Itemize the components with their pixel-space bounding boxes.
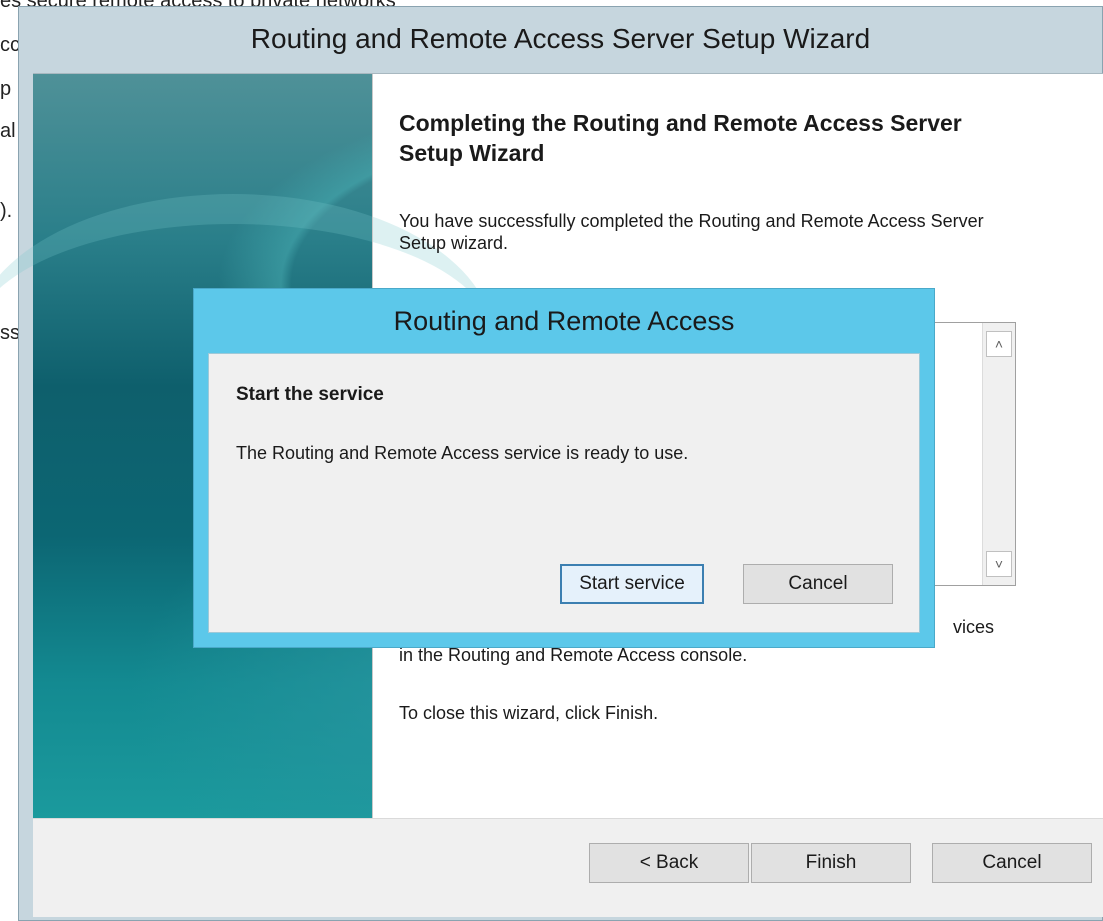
scroll-down-button[interactable]: ˅ <box>986 551 1012 577</box>
background-app-text-4: al <box>0 120 16 142</box>
background-app-text-2: cc <box>0 34 20 56</box>
wizard-title: Routing and Remote Access Server Setup W… <box>250 23 871 54</box>
wizard-intro-text: You have successfully completed the Rout… <box>399 211 984 253</box>
finish-button[interactable]: Finish <box>751 843 911 883</box>
wizard-close-text: To close this wizard, click Finish. <box>399 703 659 723</box>
wizard-button-bar-separator <box>33 818 1103 819</box>
back-button[interactable]: < Back <box>589 843 749 883</box>
scroll-up-button[interactable]: ˄ <box>986 331 1012 357</box>
summary-scrollbar[interactable]: ˄ ˅ <box>982 323 1015 585</box>
dialog-cancel-button[interactable]: Cancel <box>743 564 893 604</box>
wizard-heading: Completing the Routing and Remote Access… <box>399 110 962 166</box>
wizard-services-partial-text: vices <box>953 617 995 637</box>
wizard-cancel-button[interactable]: Cancel <box>932 843 1092 883</box>
start-service-dialog: Routing and Remote Access Start the serv… <box>193 288 935 648</box>
dialog-title: Routing and Remote Access <box>393 306 735 336</box>
background-app-text-5: ). <box>0 200 13 222</box>
dialog-heading: Start the service <box>236 384 384 405</box>
background-app-text-3: p <box>0 78 12 100</box>
dialog-body: Start the service The Routing and Remote… <box>208 353 920 633</box>
start-service-button[interactable]: Start service <box>560 564 704 604</box>
dialog-message: The Routing and Remote Access service is… <box>236 443 689 463</box>
